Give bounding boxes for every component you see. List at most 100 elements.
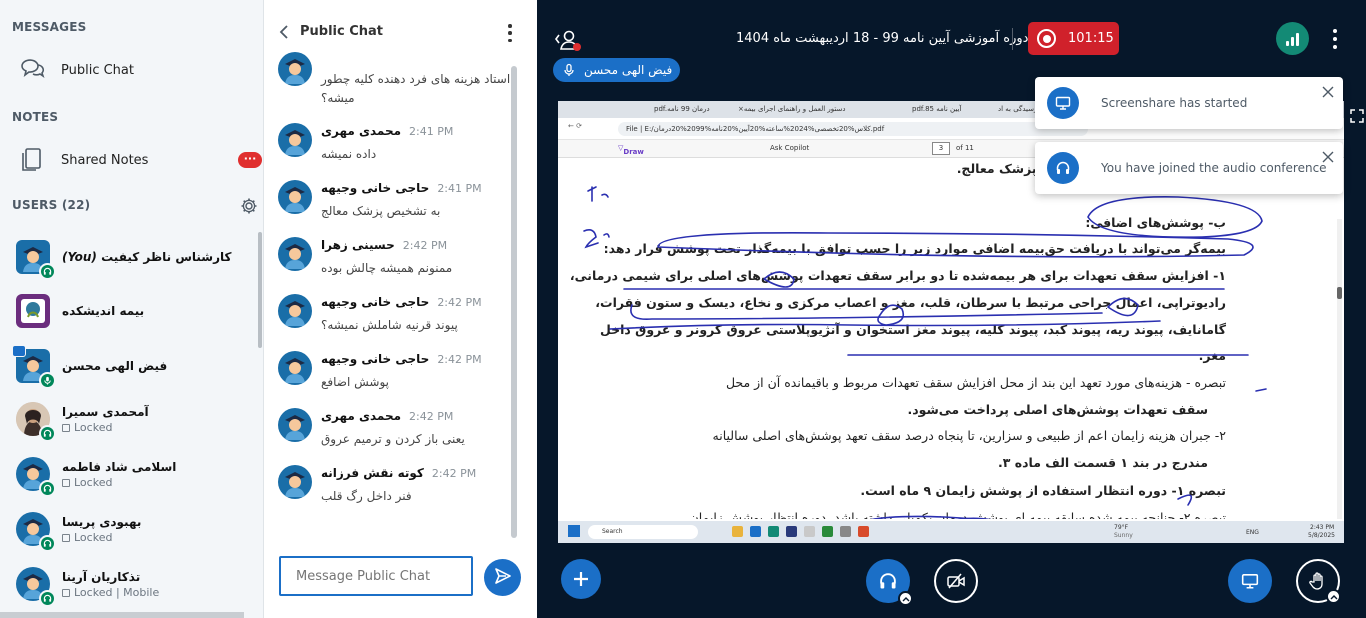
connection-status-icon[interactable] xyxy=(1276,22,1309,55)
public-chat-label: Public Chat xyxy=(61,62,134,78)
you-tag: (You) xyxy=(62,250,97,264)
notification-dot xyxy=(573,43,581,51)
audio-toast[interactable]: You have joined the audio conference xyxy=(1035,142,1343,194)
message-author: کوته نقش فرزانه xyxy=(321,466,424,480)
nav-arrows-icon: ← ⟳ xyxy=(568,122,582,130)
screenshare-toast[interactable]: Screenshare has started xyxy=(1035,77,1343,129)
desktop-icon xyxy=(1047,87,1079,119)
user-name: تذکاریان آرینا xyxy=(62,569,141,584)
message-text: استاد هزینه های فرد دهنده کلیه چطور میشه… xyxy=(321,72,511,105)
taskbar-app-icon xyxy=(804,526,815,537)
taskbar-app-icon xyxy=(732,526,743,537)
close-icon[interactable] xyxy=(1322,148,1334,163)
taskbar-app-icon xyxy=(858,526,869,537)
pen-annotations xyxy=(583,186,1267,519)
user-list-item[interactable]: تذکاریان آرینا Locked | Mobile xyxy=(16,559,256,609)
meeting-title: دوره آموزشی آیین نامه 99 - 18 اردیبهشت م… xyxy=(736,31,1029,46)
sidebar-horizontal-scrollbar[interactable] xyxy=(0,612,244,618)
avatar xyxy=(278,465,312,499)
lock-icon xyxy=(62,479,70,487)
taskbar-app-icon xyxy=(768,526,779,537)
user-list-item[interactable]: آمحمدی سمیرا Locked xyxy=(16,394,256,444)
browser-tab: ×دستور العمل و راهنمای اجرای بیمه xyxy=(738,105,846,113)
options-menu-icon[interactable] xyxy=(1332,29,1338,49)
chat-message: محمدی مهری 2:42 PM یعنی باز کردن و ترمیم … xyxy=(278,408,518,458)
chat-message-input[interactable] xyxy=(279,556,473,596)
raise-hand-button[interactable] xyxy=(1296,559,1341,604)
chat-options-icon[interactable] xyxy=(504,24,516,42)
chat-message: حسینی زهرا 2:42 PM ممنونم همیشه چالش بوده xyxy=(278,237,518,287)
taskbar-time: 2:43 PM xyxy=(1310,524,1335,531)
audio-button[interactable] xyxy=(866,559,913,606)
avatar xyxy=(12,345,56,389)
message-author: حسینی زهرا xyxy=(321,238,395,252)
shared-notes-nav[interactable]: Shared Notes xyxy=(16,142,246,178)
chat-scrollbar[interactable] xyxy=(511,66,517,538)
taskbar-app-icon xyxy=(750,526,761,537)
pdf-page-field: 3 xyxy=(932,142,950,155)
user-list-item[interactable]: کارشناس ناظر کیفیت (You) xyxy=(16,232,256,282)
send-icon xyxy=(494,567,512,589)
fullscreen-icon[interactable] xyxy=(1350,108,1364,123)
message-time: 2:42 PM xyxy=(437,353,482,366)
user-name: آمحمدی سمیرا xyxy=(62,404,149,419)
chevron-left-icon[interactable] xyxy=(278,24,292,40)
message-text: داده نمیشه xyxy=(321,147,377,161)
address-url: File | E:/کلاس%20تخصصی%2024%ساعته%20آیین… xyxy=(618,122,1088,136)
notes-section-title: NOTES xyxy=(12,110,59,124)
headset-icon xyxy=(1047,152,1079,184)
users-list: کارشناس ناظر کیفیت (You) بیمه اندیشکده ف… xyxy=(0,226,262,618)
pdf-draw-tool: ▽ Draw xyxy=(618,144,644,156)
user-list-item[interactable]: بیمه اندیشکده xyxy=(16,286,256,336)
browser-tab: pdf.85 آیین نامه xyxy=(912,105,962,113)
message-author: حاجی خانی وجیهه xyxy=(321,181,430,195)
user-list-sidebar: MESSAGES Public Chat NOTES Shared Notes … xyxy=(0,0,264,618)
gear-icon[interactable] xyxy=(240,197,258,215)
microphone-icon xyxy=(39,372,56,389)
chevron-up-icon[interactable] xyxy=(1326,589,1341,604)
video-button[interactable] xyxy=(934,559,978,603)
recording-indicator[interactable]: 101:15 xyxy=(1028,22,1119,55)
pdf-scrollbar xyxy=(1337,219,1342,519)
user-status-text: Locked xyxy=(74,530,113,544)
public-chat-nav[interactable]: Public Chat xyxy=(16,52,246,88)
screenshare-button[interactable] xyxy=(1228,559,1272,603)
toast-message: You have joined the audio conference xyxy=(1101,161,1327,175)
chat-icon xyxy=(16,54,48,86)
hand-icon xyxy=(1309,572,1323,590)
headset-icon xyxy=(880,573,896,589)
user-list-toggle[interactable] xyxy=(553,26,581,54)
message-text: پیوند قرنیه شاملش نمیشه؟ xyxy=(321,318,458,332)
avatar xyxy=(278,408,312,442)
user-list-item[interactable]: بهبودی پریسا Locked xyxy=(16,504,256,554)
message-time: 2:42 PM xyxy=(431,467,477,480)
avatar xyxy=(16,402,56,442)
chat-title[interactable]: Public Chat xyxy=(300,24,383,39)
user-name: فیض الهی محسن xyxy=(62,359,168,373)
message-text: به تشخیص پزشک معالج xyxy=(321,204,441,218)
taskbar-app-icon xyxy=(822,526,833,537)
user-list-item[interactable]: اسلامی شاد فاطمه Locked xyxy=(16,449,256,499)
user-list-item[interactable]: فیض الهی محسن xyxy=(12,341,256,391)
desktop-icon xyxy=(1241,574,1259,589)
users-scrollbar[interactable] xyxy=(258,232,262,348)
chevron-up-icon[interactable] xyxy=(898,591,913,606)
send-button[interactable] xyxy=(484,559,521,596)
message-author: حاجی خانی وجیهه xyxy=(321,295,430,309)
browser-tab: pdf.درمان 99 نامه xyxy=(654,105,710,113)
browser-tab: رسیدگی به اد xyxy=(998,105,1038,113)
messages-section-title: MESSAGES xyxy=(12,20,87,34)
message-time: 2:41 PM xyxy=(437,182,482,195)
actions-button[interactable] xyxy=(561,559,601,599)
avatar xyxy=(16,294,50,328)
shared-notes-label: Shared Notes xyxy=(61,152,149,168)
windows-start-icon xyxy=(568,525,580,537)
video-off-icon xyxy=(947,573,965,589)
close-icon[interactable] xyxy=(1322,83,1334,98)
avatar xyxy=(16,567,56,607)
message-text: ممنونم همیشه چالش بوده xyxy=(321,261,453,275)
chat-message: حاجی خانی وجیهه 2:41 PM به تشخیص پزشک معا… xyxy=(278,180,518,230)
chat-message: استاد هزینه های فرد دهنده کلیه چطور میشه… xyxy=(278,52,518,105)
public-chat-panel: Public Chat استاد هزینه های فرد دهنده کل… xyxy=(264,0,537,618)
user-status-text: Locked | Mobile xyxy=(74,585,160,599)
